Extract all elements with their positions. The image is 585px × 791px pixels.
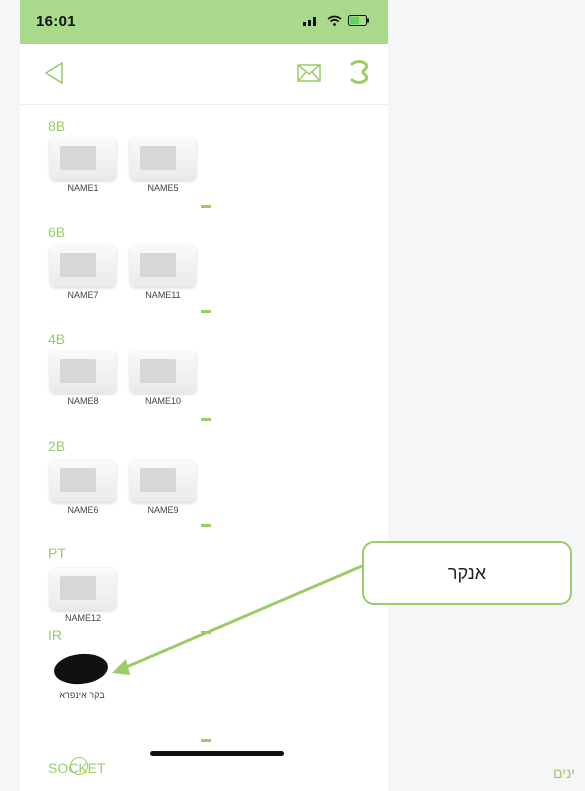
- device-label: NAME5: [147, 183, 179, 193]
- device-tile[interactable]: NAME5: [130, 138, 196, 193]
- refresh-icon[interactable]: [346, 57, 372, 87]
- status-time: 16:01: [36, 13, 76, 30]
- device-label: NAME8: [67, 396, 99, 406]
- section-divider: [201, 524, 211, 527]
- device-tile[interactable]: NAME9: [130, 460, 196, 515]
- device-image: [50, 138, 116, 180]
- section-title: 6B: [48, 224, 66, 240]
- section-title: 2B: [48, 438, 66, 454]
- section-title: 8B: [48, 118, 66, 134]
- device-image: [50, 460, 116, 502]
- section-divider: [201, 631, 211, 634]
- phone-screen: 16:01 8B NAME1 NAME5 6B NAME7 NAME11 4B …: [20, 0, 388, 791]
- device-tile[interactable]: NAME8: [50, 351, 116, 406]
- device-label: NAME1: [67, 183, 99, 193]
- device-label: NAME6: [67, 505, 99, 515]
- device-image: [50, 245, 116, 287]
- home-indicator[interactable]: [150, 751, 284, 756]
- status-bar: 16:01: [20, 0, 388, 44]
- device-tile[interactable]: NAME10: [130, 351, 196, 406]
- section-divider: [201, 739, 211, 742]
- device-label: בקר אינפרא: [59, 690, 105, 700]
- device-image: [50, 568, 116, 610]
- device-tile[interactable]: NAME6: [50, 460, 116, 515]
- device-image: [130, 245, 196, 287]
- mail-icon[interactable]: [296, 60, 322, 86]
- edge-text: ינים: [553, 765, 575, 781]
- app-bar: [20, 44, 388, 105]
- section-divider: [201, 205, 211, 208]
- device-tile[interactable]: NAME11: [130, 245, 196, 300]
- section-title: PT: [48, 545, 66, 561]
- signal-icon: [303, 17, 316, 26]
- device-tile[interactable]: NAME1: [50, 138, 116, 193]
- wifi-icon: [327, 15, 342, 26]
- section-title: IR: [48, 627, 62, 643]
- section-divider: [201, 418, 211, 421]
- device-label: NAME10: [144, 396, 181, 406]
- device-image: [130, 138, 196, 180]
- back-icon[interactable]: [40, 58, 70, 88]
- device-label: NAME7: [67, 290, 99, 300]
- device-label: NAME11: [145, 290, 181, 300]
- device-label: NAME9: [147, 505, 179, 515]
- socket-icon[interactable]: [70, 757, 88, 775]
- battery-icon: [348, 15, 369, 26]
- device-image: [50, 351, 116, 393]
- device-tile[interactable]: NAME7: [50, 245, 116, 300]
- section-divider: [201, 310, 211, 313]
- ir-remote-icon[interactable]: [52, 651, 110, 687]
- status-icons: [303, 15, 370, 26]
- device-label: NAME12: [64, 613, 101, 623]
- device-image: [130, 460, 196, 502]
- device-tile[interactable]: NAME12: [50, 568, 116, 623]
- section-title: 4B: [48, 331, 66, 347]
- device-image: [130, 351, 196, 393]
- callout-box: אנקר: [362, 541, 572, 605]
